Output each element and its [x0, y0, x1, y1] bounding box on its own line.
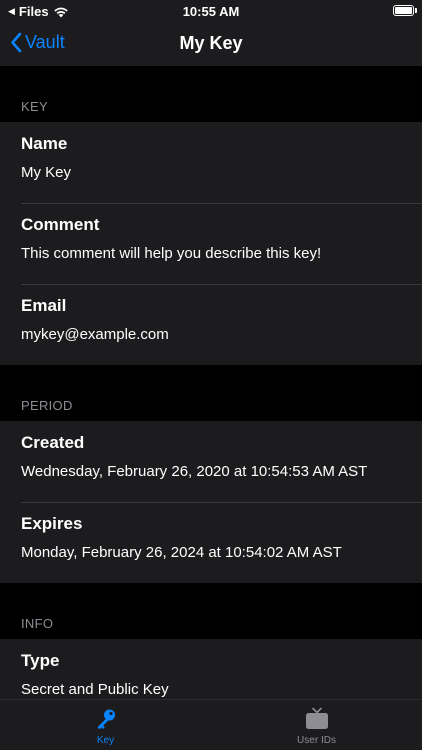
- row-label: Comment: [21, 215, 100, 234]
- row-label: Expires: [21, 514, 83, 533]
- battery-icon: [393, 5, 414, 16]
- info-group: Type Secret and Public Key: [0, 639, 422, 700]
- page-title: My Key: [179, 33, 243, 53]
- row-value: My Key: [21, 164, 72, 181]
- tab-key[interactable]: Key: [0, 700, 211, 750]
- email-row[interactable]: Email mykey@example.com: [0, 284, 422, 365]
- tab-label: Key: [96, 735, 115, 746]
- row-label: Created: [21, 433, 85, 452]
- section-header-period: PERIOD: [21, 398, 73, 413]
- comment-row[interactable]: Comment This comment will help you descr…: [0, 203, 422, 284]
- expires-row[interactable]: Expires Monday, February 26, 2024 at 10:…: [0, 502, 422, 583]
- status-time: 10:55 AM: [182, 4, 240, 19]
- section-header-info: INFO: [21, 616, 54, 631]
- created-row[interactable]: Created Wednesday, February 26, 2020 at …: [0, 421, 422, 502]
- row-label: Type: [21, 651, 60, 670]
- row-value: mykey@example.com: [21, 326, 169, 343]
- name-row[interactable]: Name My Key: [0, 122, 422, 203]
- tab-user-ids[interactable]: User IDs: [211, 700, 422, 750]
- key-group: Name My Key Comment This comment will he…: [0, 122, 422, 365]
- key-details-list[interactable]: KEY Name My Key Comment This comment wil…: [0, 66, 422, 700]
- type-row[interactable]: Type Secret and Public Key: [0, 639, 422, 700]
- status-bar: ◀ Files 10:55 AM: [0, 0, 422, 22]
- row-value: Wednesday, February 26, 2020 at 10:54:53…: [21, 463, 368, 480]
- navigation-bar: Vault My Key: [0, 22, 422, 66]
- tab-bar: Key User IDs: [0, 699, 422, 750]
- section-header-key: KEY: [21, 99, 48, 114]
- tab-label: User IDs: [297, 735, 336, 746]
- row-value: Secret and Public Key: [21, 681, 169, 698]
- row-value: Monday, February 26, 2024 at 10:54:02 AM…: [21, 544, 342, 561]
- key-icon: [97, 709, 115, 730]
- row-value: This comment will help you describe this…: [21, 245, 322, 262]
- row-label: Name: [21, 134, 68, 153]
- row-label: Email: [21, 296, 67, 315]
- period-group: Created Wednesday, February 26, 2020 at …: [0, 421, 422, 583]
- tv-icon: [305, 707, 328, 729]
